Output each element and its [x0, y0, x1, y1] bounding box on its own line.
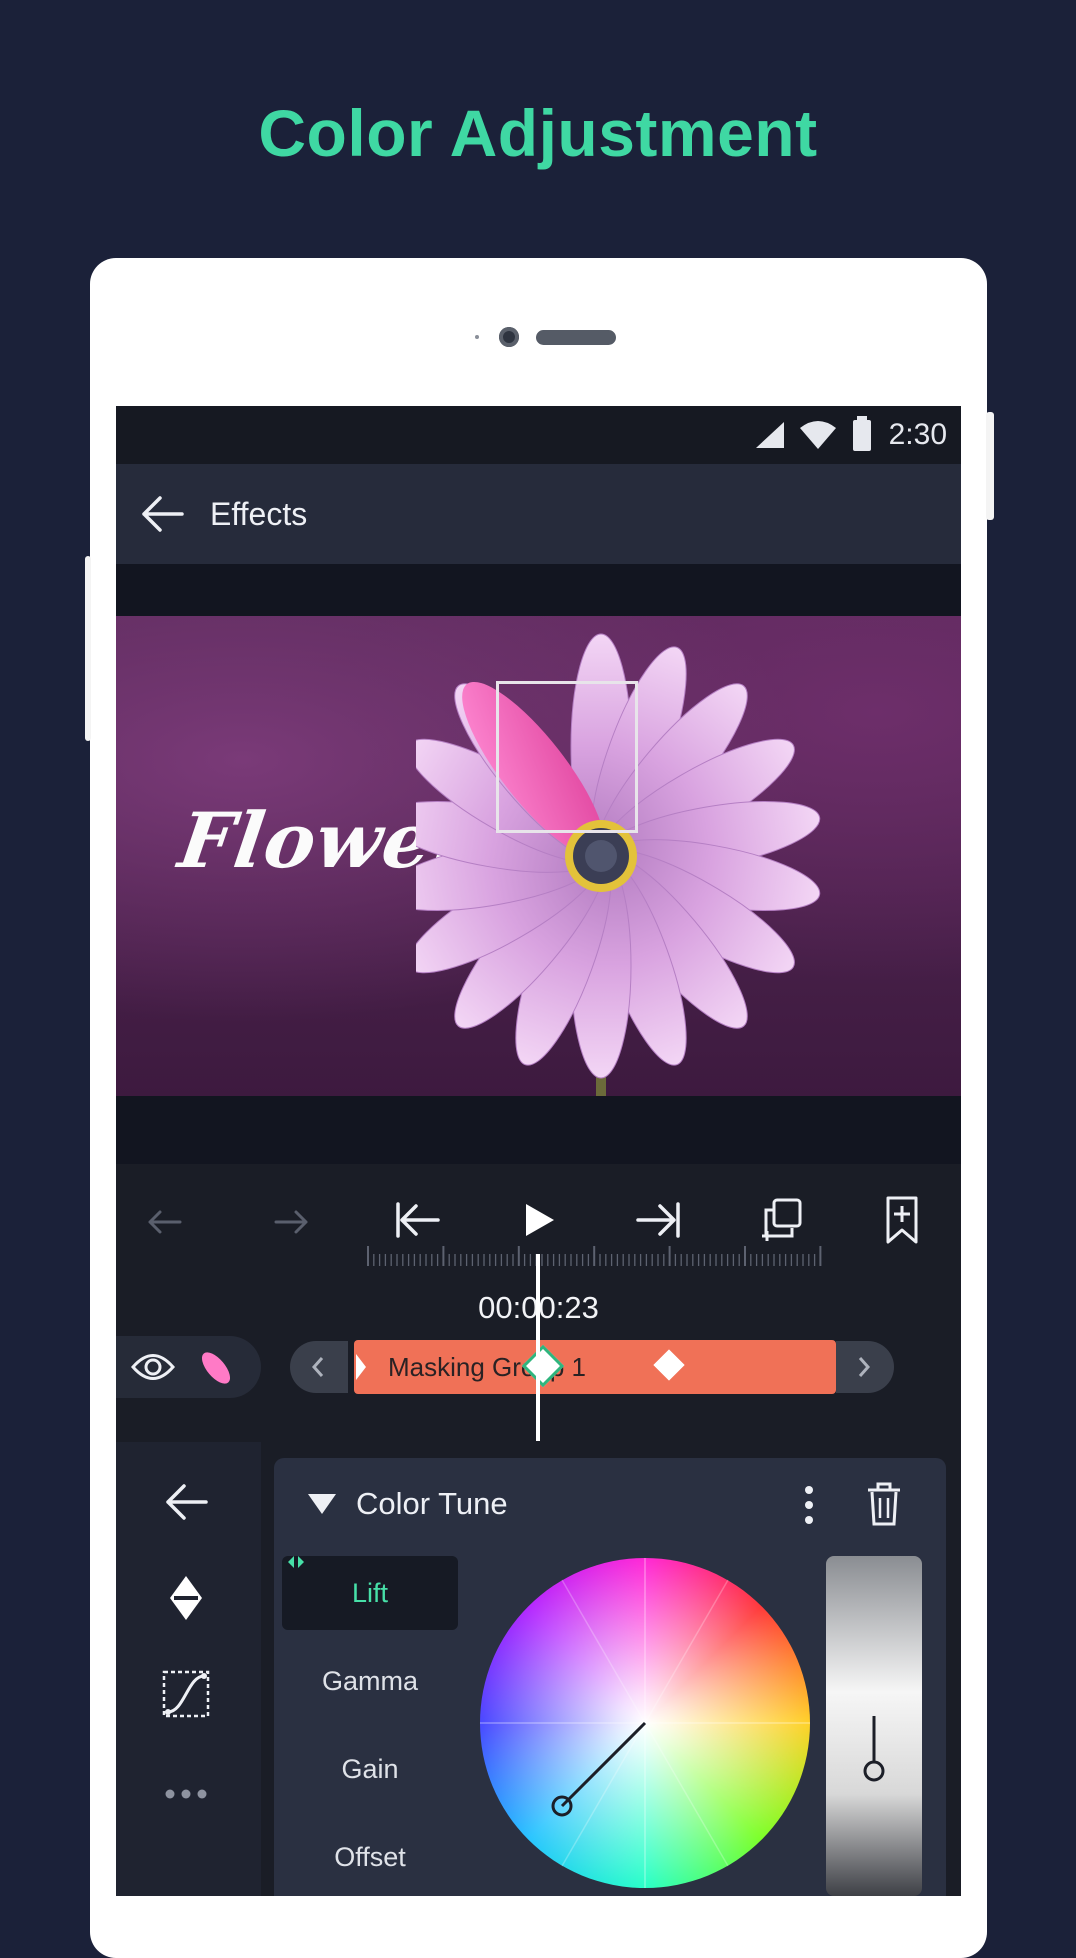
color-wheel-overlay — [480, 1558, 810, 1888]
play-icon[interactable] — [510, 1192, 566, 1248]
skip-to-start-icon[interactable] — [390, 1192, 446, 1248]
phone-side-button — [986, 412, 994, 520]
chevron-right-icon — [858, 1357, 871, 1377]
collapse-triangle-icon[interactable] — [308, 1494, 336, 1514]
wifi-icon — [800, 421, 836, 449]
promo-title: Color Adjustment — [258, 96, 818, 170]
slider-handle[interactable] — [860, 1716, 888, 1786]
more-vertical-icon[interactable] — [794, 1482, 824, 1528]
app-bar: Effects — [116, 464, 961, 564]
phone-speaker — [536, 330, 616, 345]
back-arrow-icon[interactable] — [156, 1472, 216, 1532]
trash-icon[interactable] — [864, 1480, 904, 1528]
timeline-next-button[interactable] — [836, 1341, 894, 1393]
layer-visibility-pill — [116, 1336, 261, 1398]
panel-title: Color Tune — [356, 1486, 508, 1521]
battery-icon — [853, 416, 871, 451]
phone-side-button — [85, 556, 91, 741]
status-bar: 2:30 — [116, 406, 961, 464]
color-tune-panel: Color Tune Lift Gamma Gain Offset — [274, 1458, 946, 1896]
skip-to-end-icon[interactable] — [630, 1192, 686, 1248]
timeline-ruler[interactable] — [356, 1244, 826, 1274]
status-time: 2:30 — [888, 418, 947, 451]
tab-offset[interactable]: Offset — [282, 1820, 458, 1894]
undo-icon[interactable] — [140, 1192, 196, 1248]
masking-clip[interactable]: Masking Group 1 — [354, 1340, 836, 1394]
bookmark-add-icon[interactable] — [874, 1192, 930, 1248]
curve-icon[interactable] — [156, 1664, 216, 1724]
tab-gamma[interactable]: Gamma — [282, 1644, 458, 1718]
redo-icon[interactable] — [260, 1192, 316, 1248]
tab-gain[interactable]: Gain — [282, 1732, 458, 1806]
more-icon[interactable] — [156, 1764, 216, 1824]
copy-add-icon[interactable] — [754, 1192, 810, 1248]
page-title: Effects — [210, 496, 308, 532]
eye-icon[interactable] — [130, 1350, 176, 1384]
video-preview[interactable]: Flower — [116, 616, 961, 1096]
tab-lift[interactable]: Lift — [282, 1556, 458, 1630]
arrow-left-icon[interactable] — [140, 494, 184, 534]
clip-start-handle[interactable] — [354, 1352, 368, 1382]
tool-rail — [116, 1442, 261, 1896]
keyframe-marker-icon — [288, 1556, 304, 1568]
timeline-prev-button[interactable] — [290, 1341, 348, 1393]
phone-sensor — [475, 335, 479, 339]
mask-selection-box[interactable] — [496, 681, 638, 833]
signal-icon — [756, 422, 784, 448]
luminance-slider[interactable] — [826, 1556, 922, 1896]
petal-thumbnail-icon — [201, 1352, 231, 1384]
app-screen: 2:30 Effects Flower Masking Group 1 Colo… — [116, 406, 961, 1896]
keyframe-icon[interactable] — [653, 1349, 685, 1381]
chevron-left-icon — [311, 1357, 324, 1377]
phone-camera — [499, 327, 519, 347]
playhead[interactable] — [536, 1254, 540, 1444]
keyframe-icon[interactable] — [156, 1568, 216, 1628]
